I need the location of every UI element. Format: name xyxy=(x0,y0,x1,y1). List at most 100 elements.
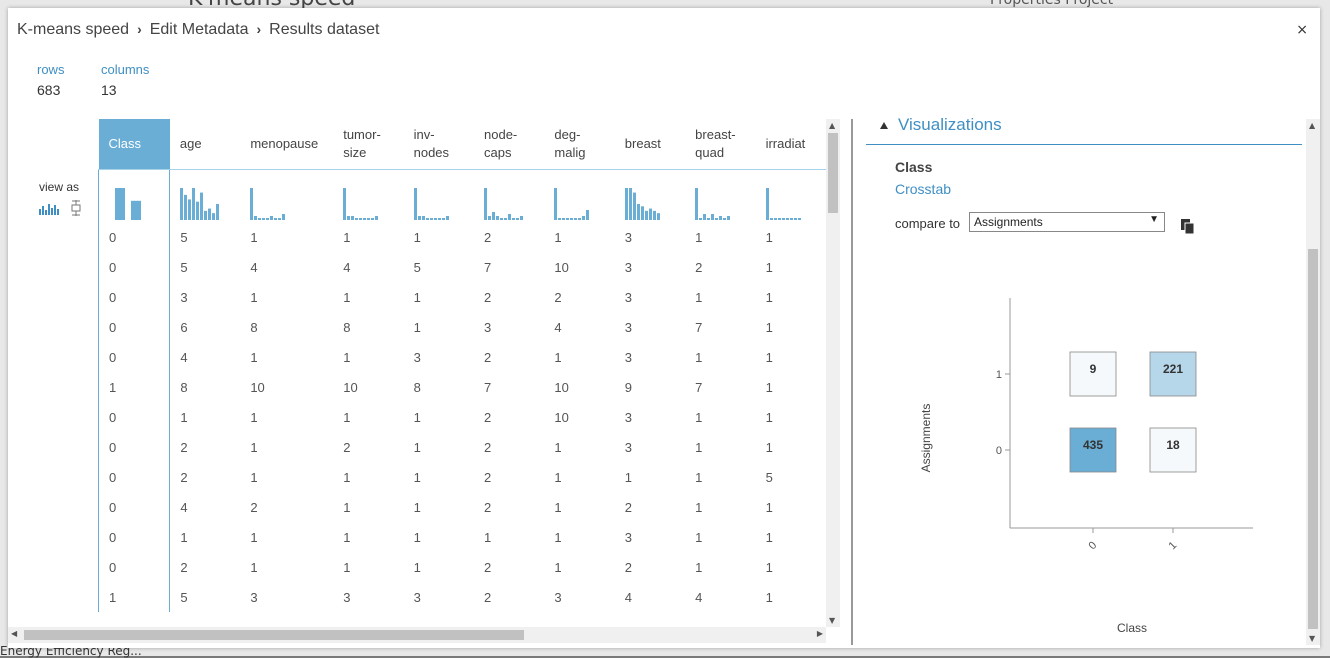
scrollbar-thumb[interactable] xyxy=(1308,249,1318,629)
column-header-inv-nodes[interactable]: inv-nodes xyxy=(403,119,474,170)
column-histogram-age[interactable] xyxy=(170,170,240,223)
column-header-breast-quad[interactable]: breast-quad xyxy=(685,119,756,170)
column-histogram-menopause[interactable] xyxy=(240,170,333,223)
table-cell-age: 2 xyxy=(180,439,188,455)
scrollbar-thumb[interactable] xyxy=(828,133,838,213)
table-cell-node-caps: 2 xyxy=(484,469,492,485)
table-cell-menopause: 1 xyxy=(250,439,258,455)
histogram-view-icon[interactable] xyxy=(39,203,61,215)
table-cell-deg-malig: 1 xyxy=(554,349,562,365)
table-cell-node-caps: 7 xyxy=(484,259,492,275)
table-cell-age: 2 xyxy=(180,559,188,575)
panel-splitter[interactable] xyxy=(851,119,853,645)
breadcrumb-module[interactable]: Edit Metadata xyxy=(150,21,249,38)
scroll-down-icon[interactable]: ▼ xyxy=(1309,634,1315,643)
column-header-deg-malig[interactable]: deg-malig xyxy=(544,119,615,170)
column-header-breast[interactable]: breast xyxy=(614,119,686,170)
table-cell-deg-malig: 10 xyxy=(554,259,569,275)
histogram-bar xyxy=(520,216,523,220)
table-cell-age: 6 xyxy=(180,319,188,335)
table-cell-tumor-size: 1 xyxy=(343,559,351,575)
table-cell-menopause: 2 xyxy=(250,499,258,515)
boxplot-view-icon[interactable] xyxy=(71,200,81,216)
table-cell-irradiat: 1 xyxy=(765,229,773,245)
histogram-bar xyxy=(367,218,371,220)
rows-value: 683 xyxy=(37,82,61,98)
column-histogram-breast-quad[interactable] xyxy=(685,170,755,223)
histogram-bar xyxy=(781,218,785,220)
table-cell-inv-nodes: 1 xyxy=(413,559,421,575)
table-cell-node-caps: 2 xyxy=(484,409,492,425)
histogram-bar xyxy=(429,218,433,220)
table-cell-irradiat: 1 xyxy=(765,289,773,305)
compare-to-select[interactable]: Assignments ▼ xyxy=(969,212,1165,232)
column-header-node-caps[interactable]: node-caps xyxy=(474,119,545,170)
histogram-bar xyxy=(570,218,574,220)
close-button[interactable]: × xyxy=(1296,22,1308,38)
table-cell-irradiat: 1 xyxy=(765,349,773,365)
histogram-bar xyxy=(636,204,640,220)
table-cell-irradiat: 1 xyxy=(765,589,773,605)
histogram-bar xyxy=(180,188,184,220)
histogram-bar xyxy=(421,216,425,220)
column-histogram-inv-nodes[interactable] xyxy=(404,170,474,223)
table-cell-tumor-size: 1 xyxy=(343,469,351,485)
table-cell-node-caps: 1 xyxy=(484,529,492,545)
column-header-age[interactable]: age xyxy=(169,119,241,170)
column-histogram-irradiat[interactable] xyxy=(756,170,826,223)
scroll-left-icon[interactable]: ◀ xyxy=(11,629,17,638)
results-dataset-dialog: K-means speed › Edit Metadata › Results data… xyxy=(8,8,1320,648)
histogram-bar xyxy=(777,218,781,220)
table-cell-inv-nodes: 1 xyxy=(413,319,421,335)
table-cell-breast-quad: 2 xyxy=(695,259,703,275)
copy-icon[interactable] xyxy=(1181,219,1195,235)
scroll-down-icon[interactable]: ▼ xyxy=(829,616,835,625)
table-cell-Class: 0 xyxy=(98,432,171,462)
table-cell-deg-malig: 1 xyxy=(554,229,562,245)
column-histogram-tumor-size[interactable] xyxy=(333,170,403,223)
histogram-bar xyxy=(355,218,359,220)
column-histogram-breast[interactable] xyxy=(615,170,685,223)
table-cell-deg-malig: 1 xyxy=(554,529,562,545)
histogram-bar xyxy=(707,218,711,220)
breadcrumb-experiment[interactable]: K-means speed xyxy=(17,21,129,38)
crosstab-cell-value: 221 xyxy=(1163,362,1183,376)
column-header-irradiat[interactable]: irradiat xyxy=(755,119,826,170)
table-cell-irradiat: 1 xyxy=(765,529,773,545)
table-cell-inv-nodes: 1 xyxy=(413,409,421,425)
histogram-bar xyxy=(258,218,262,220)
histogram-bar xyxy=(417,216,421,220)
table-cell-menopause: 10 xyxy=(250,379,265,395)
x-axis-label: Class xyxy=(1117,621,1147,635)
table-horizontal-scrollbar[interactable]: ◀ ▶ xyxy=(8,627,826,643)
table-cell-deg-malig: 1 xyxy=(554,469,562,485)
scroll-up-icon[interactable]: ▲ xyxy=(829,121,835,130)
scroll-right-icon[interactable]: ▶ xyxy=(817,629,823,638)
table-vertical-scrollbar[interactable]: ▲ ▼ xyxy=(826,119,840,627)
histogram-bar xyxy=(644,210,648,220)
column-header-menopause[interactable]: menopause xyxy=(240,119,334,170)
column-histogram-node-caps[interactable] xyxy=(474,170,544,223)
column-header-Class[interactable]: Class xyxy=(98,119,170,170)
table-cell-irradiat: 1 xyxy=(765,559,773,575)
table-cell-tumor-size: 2 xyxy=(343,439,351,455)
collapse-triangle-icon[interactable] xyxy=(880,122,888,129)
histogram-bar xyxy=(351,216,355,220)
table-cell-age: 8 xyxy=(180,379,188,395)
visualizations-header[interactable]: Visualizations xyxy=(898,115,1002,135)
table-cell-inv-nodes: 1 xyxy=(413,529,421,545)
column-histogram-Class[interactable] xyxy=(98,169,171,222)
histogram-bar xyxy=(363,218,367,220)
scroll-up-icon[interactable]: ▲ xyxy=(1309,121,1315,130)
histogram-bar xyxy=(270,216,274,220)
scrollbar-thumb[interactable] xyxy=(24,630,524,640)
column-header-tumor-size[interactable]: tumor-size xyxy=(333,119,404,170)
x-tick-label: 0 xyxy=(1086,539,1099,552)
table-cell-menopause: 3 xyxy=(250,589,258,605)
table-cell-age: 5 xyxy=(180,259,188,275)
histogram-bar xyxy=(188,199,192,220)
visualization-scrollbar[interactable]: ▲ ▼ xyxy=(1306,119,1320,645)
table-cell-inv-nodes: 1 xyxy=(413,229,421,245)
column-histogram-deg-malig[interactable] xyxy=(544,170,614,223)
histogram-bar xyxy=(711,214,715,220)
